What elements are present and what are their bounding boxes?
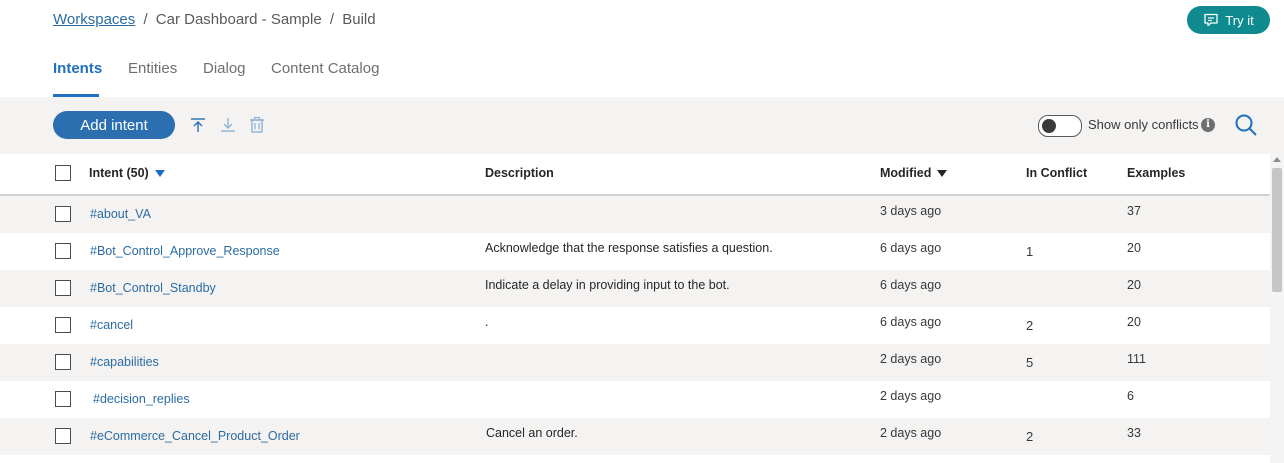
toolbar: Add intent Show only conflicts i — [0, 97, 1284, 154]
tab-content-catalog[interactable]: Content Catalog — [271, 60, 379, 77]
intent-link[interactable]: #about_VA — [90, 207, 151, 221]
intent-header-label: Intent (50) — [89, 166, 149, 180]
upload-icon[interactable] — [189, 116, 207, 134]
column-header-examples: Examples — [1127, 166, 1186, 180]
search-icon[interactable] — [1234, 113, 1258, 137]
intent-modified: 6 days ago — [880, 241, 942, 255]
column-header-modified[interactable]: Modified — [880, 166, 948, 180]
intent-table-body: #about_VA 3 days ago 37 #Bot_Control_App… — [0, 196, 1270, 463]
modified-header-label: Modified — [880, 166, 932, 180]
breadcrumb-current: Build — [342, 11, 376, 28]
intent-examples-count: 111 — [1127, 352, 1147, 366]
trash-icon[interactable] — [248, 116, 266, 134]
row-checkbox[interactable] — [55, 280, 71, 296]
intent-examples-count: 33 — [1127, 426, 1141, 440]
try-it-label: Try it — [1225, 12, 1254, 28]
intent-modified: 2 days ago — [880, 352, 942, 366]
download-icon[interactable] — [219, 116, 237, 134]
intent-examples-count: 20 — [1127, 315, 1141, 329]
column-header-in-conflict: In Conflict — [1026, 166, 1088, 180]
intent-examples-count: 20 — [1127, 241, 1141, 255]
intent-link[interactable]: #capabilities — [90, 355, 159, 369]
intent-examples-count: 6 — [1127, 389, 1134, 403]
row-checkbox[interactable] — [55, 428, 71, 444]
conflicts-toggle[interactable] — [1038, 115, 1082, 137]
chat-icon — [1204, 13, 1218, 27]
table-header: Intent (50) Description Modified In Conf… — [0, 154, 1270, 196]
tab-dialog[interactable]: Dialog — [203, 60, 246, 77]
tab-bar: Intents Entities Dialog Content Catalog — [0, 40, 1284, 98]
show-conflicts-label: Show only conflicts — [1088, 117, 1199, 132]
info-icon[interactable]: i — [1201, 118, 1215, 132]
breadcrumb: Workspaces / Car Dashboard - Sample / Bu… — [53, 11, 376, 28]
intent-conflict-count: 2 — [1026, 429, 1034, 444]
row-checkbox[interactable] — [55, 391, 71, 407]
vertical-scrollbar[interactable] — [1270, 154, 1284, 463]
try-it-button[interactable]: Try it — [1187, 6, 1270, 34]
tab-intents[interactable]: Intents — [53, 60, 102, 77]
intent-modified: 6 days ago — [880, 315, 942, 329]
intent-modified: 2 days ago — [880, 389, 942, 403]
intent-link[interactable]: #Bot_Control_Standby — [90, 281, 216, 295]
table-row[interactable]: #Bot_Control_Standby Indicate a delay in… — [0, 270, 1270, 307]
intent-examples-count: 20 — [1127, 278, 1141, 292]
table-row[interactable]: #decision_replies 2 days ago 6 — [0, 381, 1270, 418]
intent-conflict-count: 2 — [1026, 318, 1034, 333]
intent-link[interactable]: #cancel — [90, 318, 133, 332]
breadcrumb-separator: / — [143, 11, 148, 28]
intent-conflict-count: 5 — [1026, 355, 1034, 370]
table-row[interactable]: #cancel . 6 days ago 2 20 — [0, 307, 1270, 344]
intent-description: Indicate a delay in providing input to t… — [485, 278, 730, 292]
breadcrumb-separator: / — [329, 11, 335, 28]
column-header-description: Description — [485, 166, 554, 180]
intent-conflict-count: 1 — [1026, 244, 1034, 259]
table-row[interactable]: #capabilities 2 days ago 5 111 — [0, 344, 1270, 381]
breadcrumb-workspaces-link[interactable]: Workspaces — [53, 11, 135, 28]
toggle-knob — [1042, 119, 1056, 133]
row-checkbox[interactable] — [55, 206, 71, 222]
intent-modified: 3 days ago — [880, 204, 942, 218]
intent-description: Cancel an order. — [486, 426, 578, 440]
table-row[interactable]: #eCommerce_Cancel_Product_Order Cancel a… — [0, 418, 1270, 455]
intent-description: Acknowledge that the response satisfies … — [485, 241, 773, 255]
intent-description: . — [485, 315, 489, 329]
sort-arrow-icon[interactable] — [937, 170, 948, 178]
intent-modified: 2 days ago — [880, 426, 942, 440]
intent-link[interactable]: #Bot_Control_Approve_Response — [90, 244, 280, 258]
scroll-up-arrow-icon[interactable] — [1273, 157, 1281, 162]
intent-link[interactable]: #eCommerce_Cancel_Product_Order — [90, 429, 300, 443]
select-all-checkbox[interactable] — [55, 165, 71, 181]
row-checkbox[interactable] — [55, 354, 71, 370]
intent-modified: 6 days ago — [880, 278, 942, 292]
scrollbar-thumb[interactable] — [1272, 168, 1282, 292]
tab-entities[interactable]: Entities — [128, 60, 177, 77]
intent-link[interactable]: #decision_replies — [93, 392, 190, 406]
column-header-intent[interactable]: Intent (50) — [89, 166, 165, 180]
breadcrumb-workspace-name: Car Dashboard - Sample — [155, 11, 322, 28]
top-bar: Workspaces / Car Dashboard - Sample / Bu… — [0, 0, 1284, 40]
add-intent-button[interactable]: Add intent — [53, 111, 175, 139]
row-checkbox[interactable] — [55, 243, 71, 259]
table-row[interactable]: #about_VA 3 days ago 37 — [0, 196, 1270, 233]
sort-arrow-icon[interactable] — [154, 170, 165, 178]
table-row[interactable]: #Bot_Control_Approve_Response Acknowledg… — [0, 233, 1270, 270]
row-checkbox[interactable] — [55, 317, 71, 333]
intent-examples-count: 37 — [1127, 204, 1141, 218]
